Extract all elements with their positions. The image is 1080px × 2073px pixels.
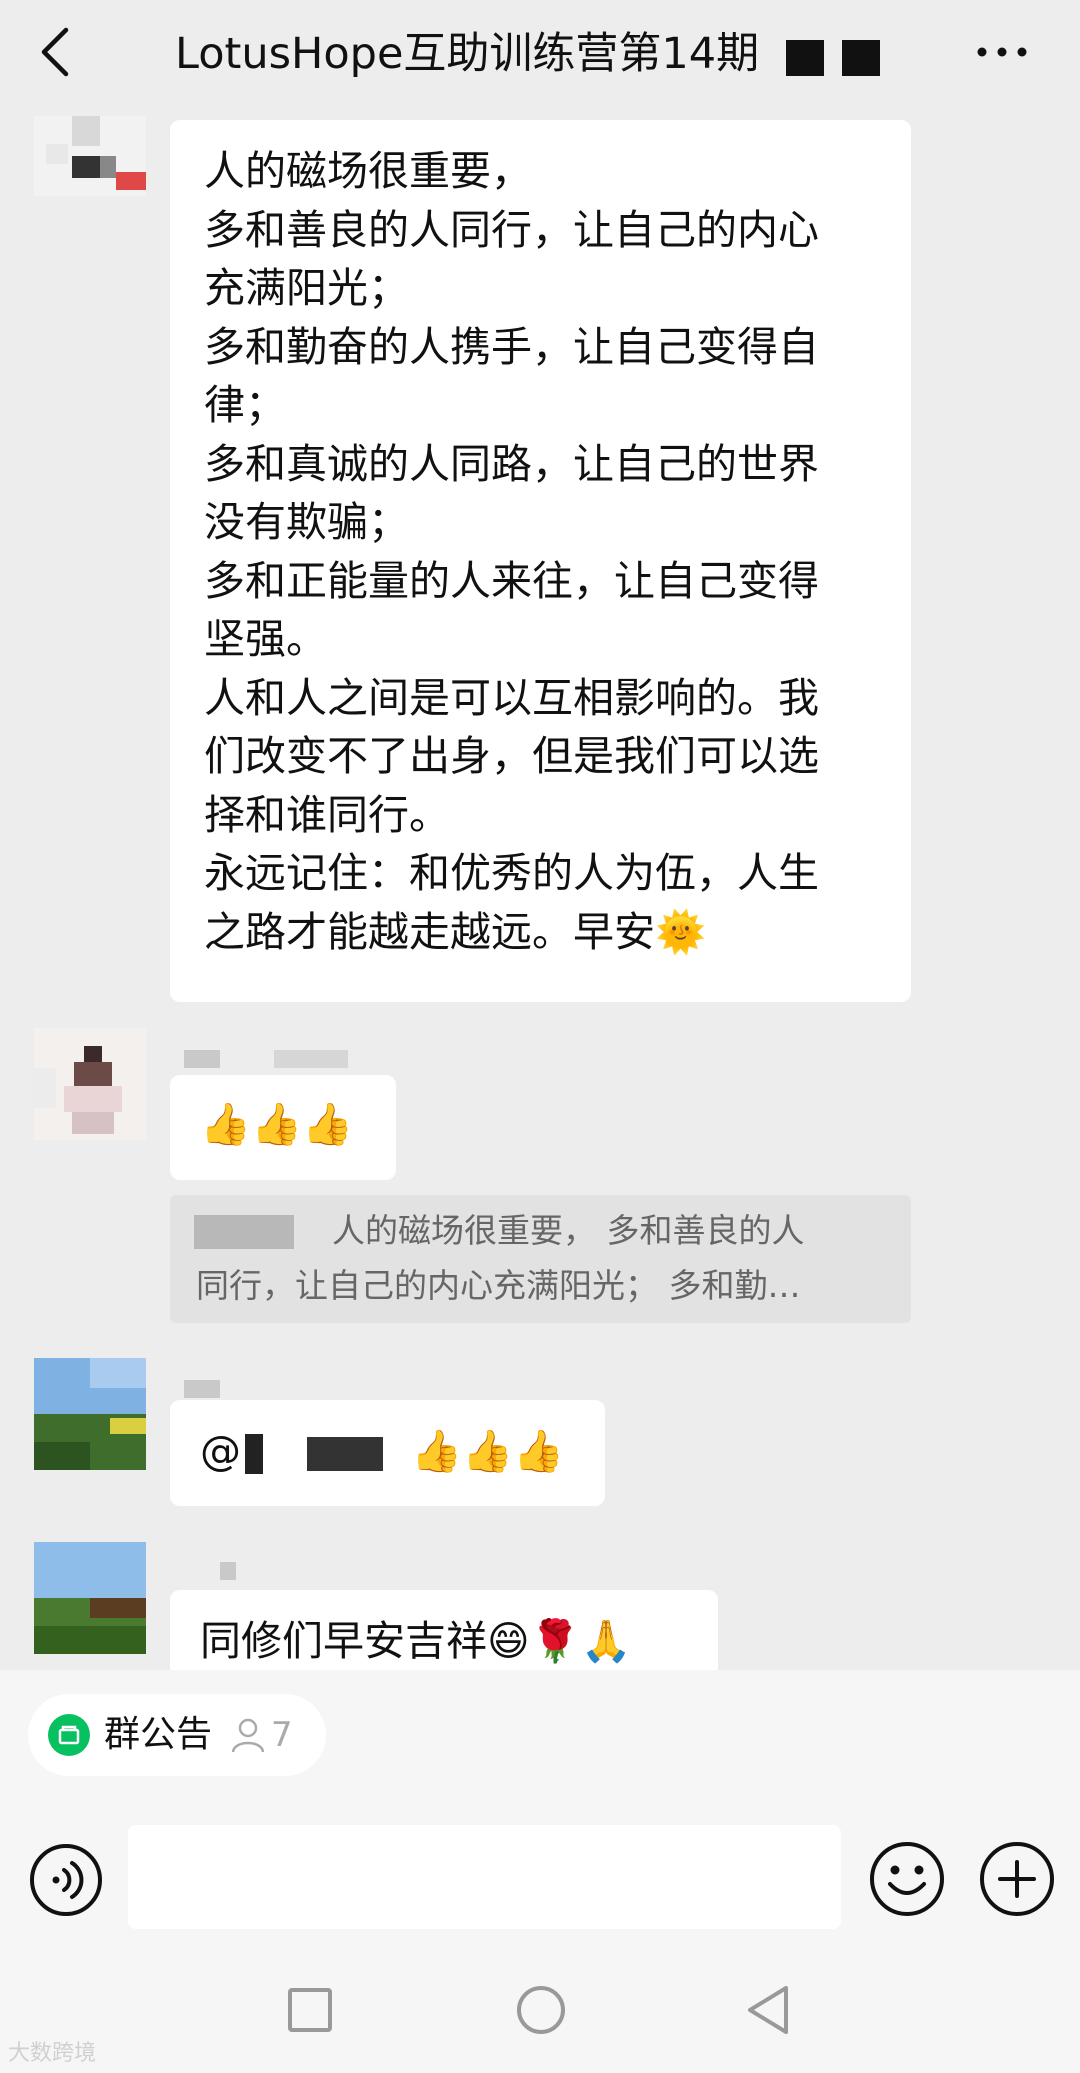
plus-icon: [980, 1842, 1054, 1916]
title-redaction: [842, 40, 880, 76]
thumbs-up-emojis: 👍👍👍: [411, 1427, 565, 1475]
quoted-message[interactable]: 人的磁场很重要， 多和善良的人 同行，让自己的内心充满阳光； 多和勤…: [170, 1195, 911, 1323]
system-nav-bar: [0, 1950, 1080, 2073]
mention-redaction: [307, 1437, 383, 1471]
nickname-redacted: [184, 1050, 354, 1072]
voice-icon: [30, 1844, 102, 1916]
watermark: 大数跨境: [8, 2041, 97, 2066]
message-line: 同修们早安吉祥😄🌹🙏: [200, 1617, 632, 1665]
home-icon[interactable]: [515, 1984, 567, 2036]
nickname-redacted: [184, 1380, 224, 1402]
message-line: 律；: [204, 381, 286, 429]
more-button[interactable]: [972, 30, 1032, 74]
notice-label: 群公告: [104, 1714, 213, 1755]
mention-redaction: [245, 1434, 263, 1474]
message-line: 多和正能量的人来往，让自己变得: [204, 556, 819, 605]
chat-title: LotusHope互助训练营第14期: [175, 29, 760, 79]
message-line: 多和真诚的人同路，让自己的世界: [204, 439, 819, 488]
message-bubble[interactable]: @ 👍👍👍: [170, 1400, 605, 1506]
avatar[interactable]: [34, 1358, 146, 1470]
chat-area[interactable]: 人的磁场很重要， 多和善良的人同行，让自己的内心 充满阳光； 多和勤奋的人携手，…: [0, 110, 1080, 1670]
message-line: 坚强。: [204, 615, 327, 663]
mention-text: @: [200, 1427, 241, 1475]
message-line: 多和勤奋的人携手，让自己变得自: [204, 322, 819, 371]
message-bubble[interactable]: 人的磁场很重要， 多和善良的人同行，让自己的内心 充满阳光； 多和勤奋的人携手，…: [170, 120, 911, 1002]
title-redaction: [786, 40, 824, 76]
message-line: 多和善良的人同行，让自己的内心: [204, 205, 819, 254]
message-line: 充满阳光；: [204, 264, 409, 312]
message-line: 们改变不了出身，但是我们可以选: [204, 732, 819, 780]
message-bubble[interactable]: 👍👍👍: [170, 1075, 396, 1180]
message-line: 之路才能越走越远。早安🌞: [204, 907, 707, 956]
message-bubble[interactable]: 同修们早安吉祥😄🌹🙏: [170, 1590, 718, 1670]
input-bar: [0, 1800, 1080, 1950]
more-dots-icon: [977, 47, 1027, 57]
person-icon: [231, 1718, 265, 1753]
notice-icon: [48, 1714, 90, 1756]
back-button[interactable]: [30, 22, 90, 82]
quote-line: 人的磁场很重要， 多和善良的人: [332, 1211, 805, 1250]
message-line: 永远记住：和优秀的人为伍，人生: [204, 849, 819, 897]
message-line: 人和人之间是可以互相影响的。我: [204, 673, 819, 722]
message-line: 没有欺骗；: [204, 498, 409, 546]
chat-header: LotusHope互助训练营第14期: [0, 0, 1080, 110]
quote-sender-redacted: [194, 1215, 294, 1249]
message-line: 择和谁同行。: [204, 790, 450, 839]
quote-line: 同行，让自己的内心充满阳光； 多和勤…: [196, 1266, 801, 1305]
avatar[interactable]: [34, 1542, 146, 1654]
group-notice-button[interactable]: 群公告 7: [28, 1694, 326, 1776]
recent-apps-icon[interactable]: [286, 1986, 334, 2034]
more-functions-button[interactable]: [978, 1840, 1056, 1918]
emoji-button[interactable]: [868, 1840, 946, 1918]
nickname-redacted: [220, 1562, 240, 1584]
chevron-left-icon: [41, 27, 69, 77]
message-input[interactable]: [128, 1825, 841, 1929]
avatar[interactable]: [34, 1028, 146, 1140]
thumbs-up-emojis: 👍👍👍: [200, 1100, 354, 1148]
message-line: 人的磁场很重要，: [204, 147, 532, 195]
emoji-icon: [870, 1842, 944, 1916]
avatar[interactable]: [34, 116, 146, 196]
notice-count: 7: [271, 1715, 293, 1755]
back-triangle-icon[interactable]: [744, 1984, 792, 2036]
message-line: @ 👍👍👍: [200, 1422, 605, 1481]
voice-button[interactable]: [28, 1842, 104, 1918]
